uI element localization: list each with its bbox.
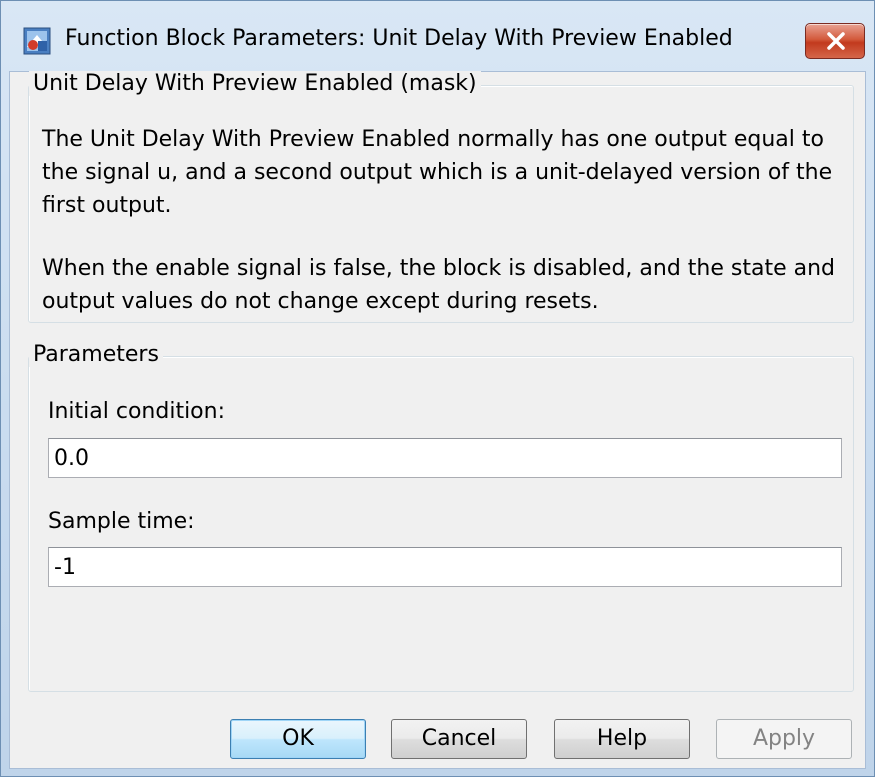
initial-condition-input[interactable] [48,438,842,478]
title-bar[interactable]: Function Block Parameters: Unit Delay Wi… [1,1,874,71]
description-paragraph-2: When the enable signal is false, the blo… [42,256,835,314]
sample-time-input[interactable] [48,547,842,587]
help-button[interactable]: Help [554,719,690,759]
ok-button[interactable]: OK [230,719,366,759]
initial-condition-label: Initial condition: [48,399,225,424]
parameters-group-title: Parameters [29,342,163,367]
description-paragraph-1: The Unit Delay With Preview Enabled norm… [42,127,833,218]
apply-button[interactable]: Apply [716,719,852,759]
simulink-block-icon [23,27,51,55]
dialog-client-area: Unit Delay With Preview Enabled (mask) T… [9,71,866,769]
sample-time-label: Sample time: [48,509,195,534]
close-button[interactable] [805,23,865,59]
window-title: Function Block Parameters: Unit Delay Wi… [65,26,733,51]
cancel-button[interactable]: Cancel [391,719,527,759]
dialog-window: Function Block Parameters: Unit Delay Wi… [0,0,875,777]
description-group-title: Unit Delay With Preview Enabled (mask) [29,71,481,96]
description-group: Unit Delay With Preview Enabled (mask) T… [28,71,854,323]
parameters-group: Parameters Initial condition: Sample tim… [28,342,854,692]
close-icon [827,32,845,50]
